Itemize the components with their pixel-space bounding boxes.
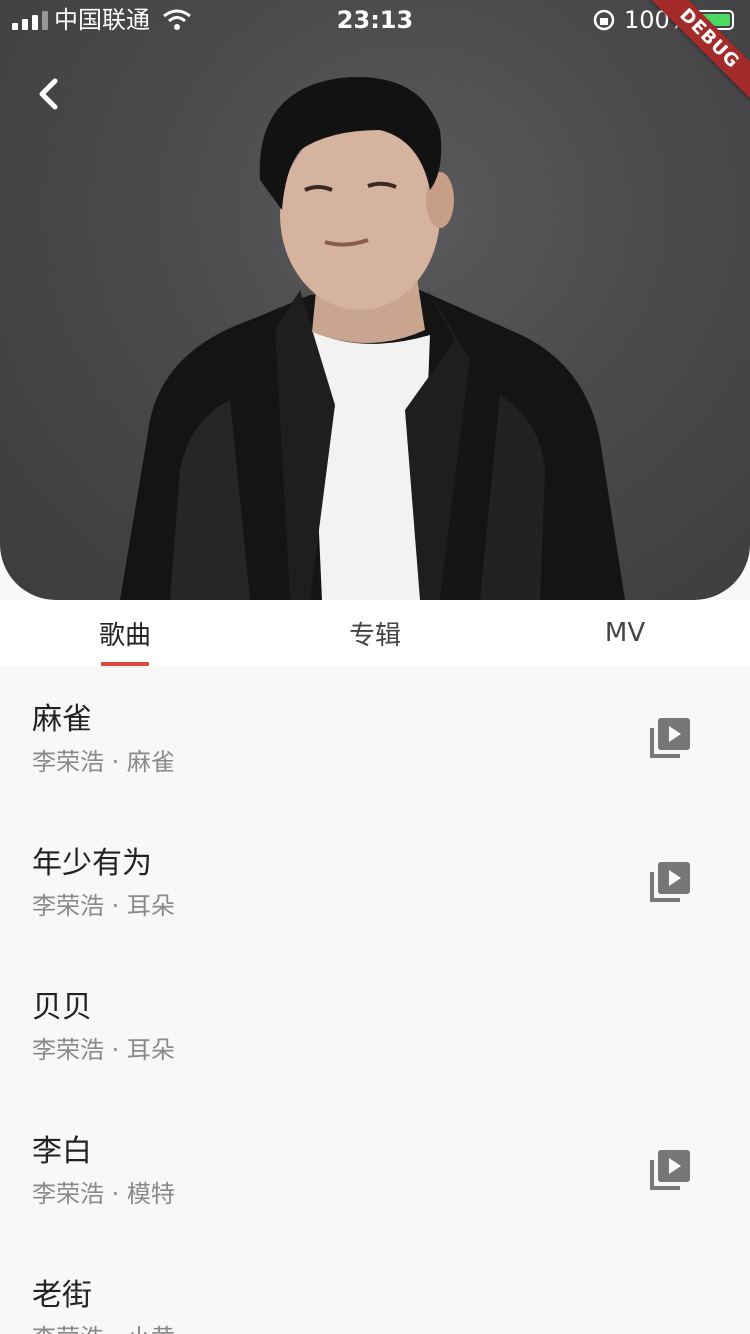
song-title: 贝贝 [32, 990, 92, 1025]
status-bar: 中国联通 23:13 100% [0, 0, 750, 40]
mv-play-icon[interactable] [648, 716, 692, 760]
song-list: 麻雀 李荣浩 · 麻雀 年少有为 李荣浩 · 耳朵 贝贝 李荣浩 · 耳朵 李白… [0, 666, 750, 1334]
song-title: 老街 [32, 1278, 92, 1313]
mv-play-icon[interactable] [648, 860, 692, 904]
song-subtitle: 李荣浩 · 小黄 [32, 1322, 175, 1334]
tab-mv[interactable]: MV [500, 600, 750, 666]
tab-label: 歌曲 [98, 620, 151, 651]
tab-albums[interactable]: 专辑 [250, 600, 500, 666]
song-subtitle: 李荣浩 · 耳朵 [32, 1036, 175, 1064]
rotation-lock-icon [593, 9, 615, 31]
song-row[interactable]: 麻雀 李荣浩 · 麻雀 [0, 666, 750, 810]
song-title: 年少有为 [32, 846, 152, 881]
artist-page: 中国联通 23:13 100% DEBUG 歌曲 专辑 MV 麻雀 李荣浩 · … [0, 0, 750, 1334]
song-title: 麻雀 [32, 702, 92, 737]
tab-songs[interactable]: 歌曲 [0, 600, 250, 666]
song-row[interactable]: 老街 李荣浩 · 小黄 [0, 1242, 750, 1334]
tab-bar: 歌曲 专辑 MV [0, 600, 750, 666]
chevron-left-icon [39, 78, 58, 110]
song-row[interactable]: 李白 李荣浩 · 模特 [0, 1098, 750, 1242]
back-button[interactable] [28, 74, 68, 114]
tab-label: 专辑 [348, 620, 401, 651]
song-subtitle: 李荣浩 · 模特 [32, 1180, 175, 1208]
song-row[interactable]: 年少有为 李荣浩 · 耳朵 [0, 810, 750, 954]
song-subtitle: 李荣浩 · 麻雀 [32, 748, 175, 776]
artist-photo [0, 0, 750, 600]
tab-label: MV [604, 618, 646, 648]
song-subtitle: 李荣浩 · 耳朵 [32, 892, 175, 920]
mv-play-icon[interactable] [648, 1148, 692, 1192]
artist-portrait-image [120, 77, 625, 600]
song-title: 李白 [32, 1134, 92, 1169]
song-row[interactable]: 贝贝 李荣浩 · 耳朵 [0, 954, 750, 1098]
